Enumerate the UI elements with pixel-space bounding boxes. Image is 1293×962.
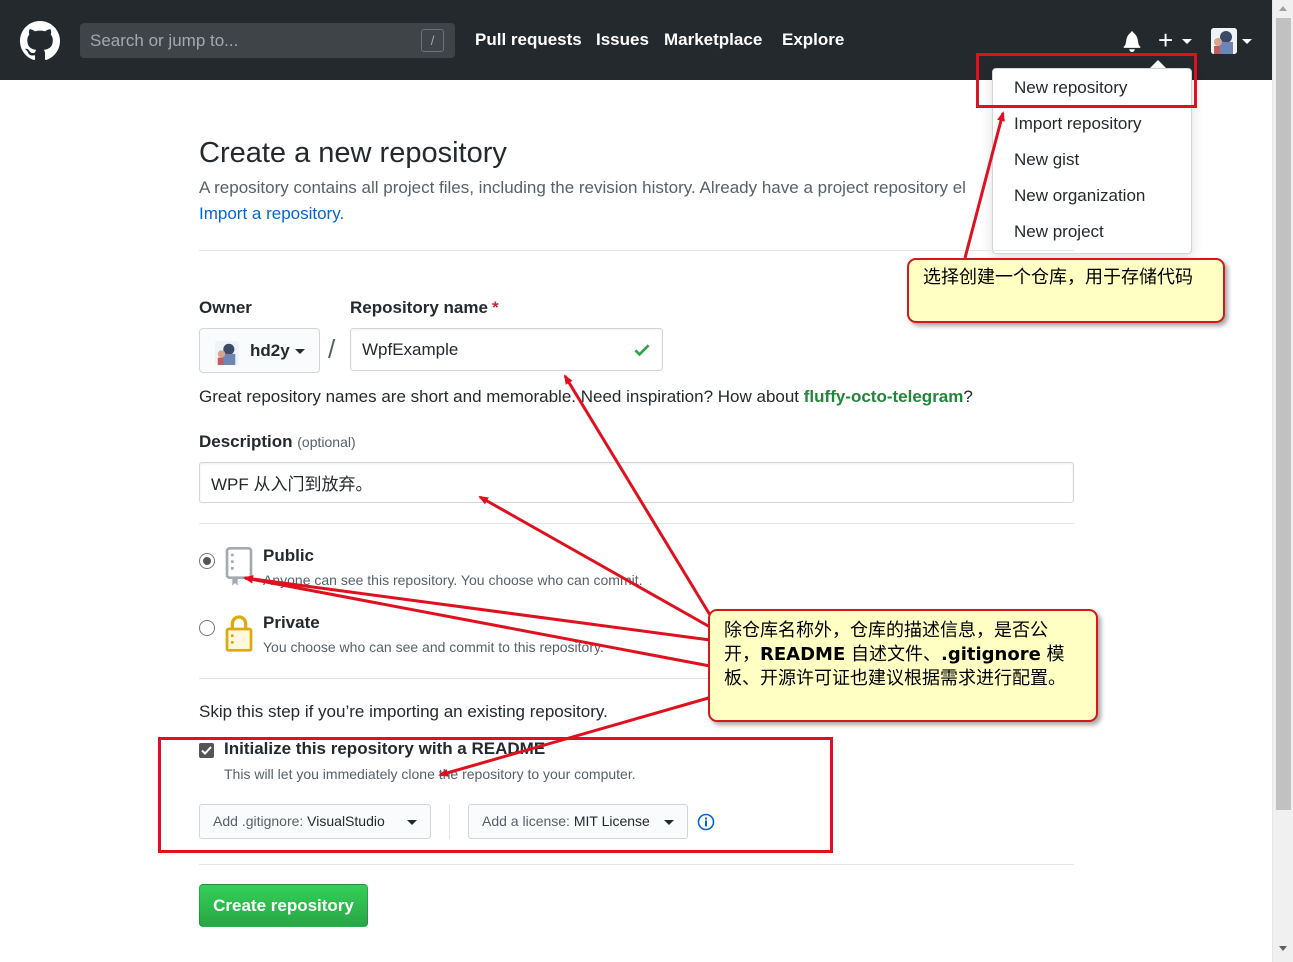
nav-pull-requests[interactable]: Pull requests bbox=[475, 30, 582, 50]
owner-avatar bbox=[215, 341, 239, 365]
hint-text: Great repository names are short and mem… bbox=[199, 387, 804, 406]
owner-label: Owner bbox=[199, 298, 252, 317]
nav-explore[interactable]: Explore bbox=[782, 30, 844, 50]
scroll-up-arrow-icon[interactable] bbox=[1279, 6, 1287, 11]
owner-repo-separator: / bbox=[328, 334, 336, 364]
public-description: Anyone can see this repository. You choo… bbox=[263, 572, 643, 588]
lock-icon bbox=[225, 615, 253, 652]
nav-marketplace[interactable]: Marketplace bbox=[664, 30, 762, 50]
menu-item-new-project[interactable]: New project bbox=[1014, 222, 1104, 242]
repo-name-label-text: Repository name bbox=[350, 298, 488, 317]
search-box[interactable] bbox=[80, 23, 455, 58]
menu-item-import-repository[interactable]: Import repository bbox=[1014, 114, 1142, 134]
user-avatar[interactable] bbox=[1211, 28, 1237, 54]
required-mark: * bbox=[491, 298, 499, 317]
name-suggestion[interactable]: fluffy-octo-telegram bbox=[804, 387, 964, 406]
menu-item-new-organization[interactable]: New organization bbox=[1014, 186, 1145, 206]
private-description: You choose who can see and commit to thi… bbox=[263, 639, 604, 655]
page-subtitle: A repository contains all project files,… bbox=[199, 178, 966, 197]
callout-text-b: 自述文件、 bbox=[845, 644, 941, 665]
callout-create-repo-text: 选择创建一个仓库，用于存储代码 bbox=[923, 267, 1193, 288]
repo-book-icon bbox=[225, 547, 253, 586]
skip-step-text: Skip this step if you’re importing an ex… bbox=[199, 702, 608, 721]
scroll-down-arrow-icon[interactable] bbox=[1279, 946, 1287, 951]
divider bbox=[199, 250, 1074, 251]
github-logo-icon[interactable] bbox=[20, 21, 60, 61]
private-title: Private bbox=[263, 613, 320, 632]
optional-tag: (optional) bbox=[297, 434, 356, 450]
bell-icon[interactable] bbox=[1122, 30, 1142, 52]
callout-gitignore: .gitignore bbox=[940, 644, 1041, 665]
description-label-text: Description bbox=[199, 432, 293, 451]
public-radio[interactable] bbox=[199, 553, 215, 569]
private-radio[interactable] bbox=[199, 620, 215, 636]
avatar-image-icon bbox=[1211, 28, 1237, 54]
owner-name: hd2y bbox=[250, 341, 290, 360]
page-scrollbar[interactable] bbox=[1272, 0, 1293, 962]
repo-name-hint: Great repository names are short and mem… bbox=[199, 387, 973, 407]
plus-caret-icon[interactable] bbox=[1182, 39, 1192, 44]
screenshot-root: / Pull requests Issues Marketplace Explo… bbox=[0, 0, 1293, 962]
callout-create-repo: 选择创建一个仓库，用于存储代码 bbox=[907, 258, 1225, 323]
valid-check-icon bbox=[634, 344, 650, 357]
owner-avatar-icon bbox=[215, 341, 239, 365]
avatar-caret-icon[interactable] bbox=[1242, 39, 1252, 44]
highlight-new-repository bbox=[976, 53, 1197, 108]
arrow-to-description bbox=[478, 495, 711, 629]
divider bbox=[199, 523, 1074, 524]
callout-form-options: 除仓库名称外，仓库的描述信息，是否公开，README 自述文件、.gitigno… bbox=[708, 609, 1098, 722]
repo-name-label: Repository name * bbox=[350, 298, 499, 318]
page-title: Create a new repository bbox=[199, 137, 507, 169]
divider bbox=[199, 864, 1074, 865]
scroll-thumb[interactable] bbox=[1276, 18, 1291, 810]
menu-item-new-gist[interactable]: New gist bbox=[1014, 150, 1079, 170]
hint-end: ? bbox=[963, 387, 973, 406]
public-title: Public bbox=[263, 546, 315, 565]
owner-select-button[interactable]: hd2y bbox=[199, 328, 320, 373]
create-repository-button[interactable]: Create repository bbox=[199, 884, 368, 927]
description-label: Description (optional) bbox=[199, 432, 356, 452]
owner-caret-icon bbox=[295, 349, 305, 354]
import-repository-link[interactable]: Import a repository. bbox=[199, 204, 344, 224]
highlight-init-options bbox=[158, 737, 833, 853]
callout-readme: README bbox=[760, 644, 846, 665]
nav-issues[interactable]: Issues bbox=[596, 30, 649, 50]
repository-name-input[interactable] bbox=[350, 328, 663, 371]
description-input[interactable] bbox=[199, 462, 1074, 503]
search-input[interactable] bbox=[80, 23, 410, 58]
slash-shortcut-key: / bbox=[421, 29, 444, 52]
plus-icon[interactable]: + bbox=[1158, 27, 1173, 53]
